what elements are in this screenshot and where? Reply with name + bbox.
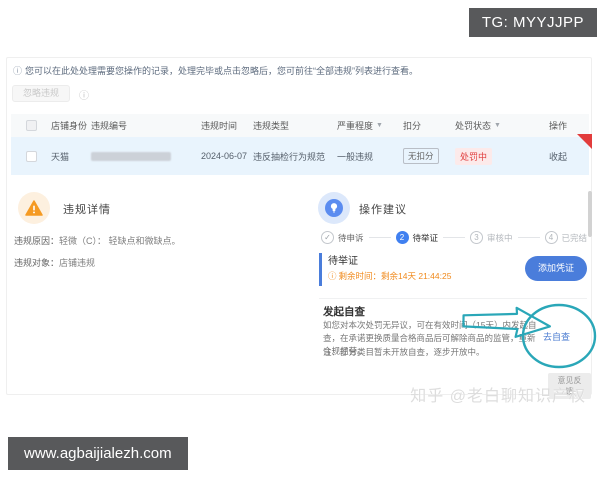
row-violation-type: 违反抽检行为规范 [253,151,326,162]
reason-value: 轻微（C）： 轻缺点和微缺点。 [59,236,181,246]
step-connector [443,237,465,238]
header-shop-type: 店铺身份 [51,121,88,131]
header-violation-no: 违规编号 [91,121,128,131]
row-points-cell: 无扣分 [403,148,455,164]
suggestion-panel-title: 操作建议 [359,204,407,216]
step-evidence: 2 待举证 [395,231,439,244]
header-violation-time: 违规时间 [201,121,238,131]
self-check-title: 发起自查 [323,306,365,318]
table-header-row: 店铺身份 违规编号 违规时间 违规类型 严重程度 ▼ 扣分 处罚状态 ▼ 操作 [11,114,589,137]
bulb-icon [318,192,350,224]
step-appeal-label: 待申诉 [338,232,364,243]
step-finished-label: 已完结 [561,232,588,243]
collapse-link[interactable]: 收起 [549,150,567,163]
row-violation-no [91,151,201,161]
violation-panel: ⓘ 您可以在此处处理需要您操作的记录，处理完毕或点击忽略后，您可前往“全部违规”列… [6,57,597,399]
countdown-info-icon: ⓘ [328,271,337,281]
new-corner-ribbon [577,134,592,149]
site-watermark-text: www.agbaijialezh.com [24,445,172,462]
row-checkbox[interactable] [25,150,37,162]
header-action: 操作 [549,121,568,131]
add-evidence-button[interactable]: 添加凭证 [525,256,587,281]
notice-bar: ⓘ 您可以在此处处理需要您操作的记录，处理完毕或点击忽略后，您可前往“全部违规”列… [13,64,418,77]
countdown-label: 剩余时间： [338,271,382,281]
row-status-cell: 处罚中 [455,147,549,165]
zhihu-watermark: 知乎 @老白聊知识产权 [410,388,586,405]
countdown-value: 剩余14天 21:44:25 [381,271,452,281]
step-review-label: 审核中 [487,232,513,243]
evidence-countdown: ⓘ 剩余时间：剩余14天 21:44:25 [328,270,451,282]
no-points-tag: 无扣分 [403,148,439,164]
violation-reason-row: 违规原因：轻微（C）： 轻缺点和微缺点。 [14,234,181,247]
ignore-info-icon[interactable]: ⓘ [79,87,89,102]
step-3-circle: 3 [470,231,483,244]
step-appeal: ✓ 待申诉 [321,231,364,244]
row-action-cell: 收起 [549,150,589,163]
header-severity-label: 严重程度 [337,121,374,131]
header-violation-type: 违规类型 [253,121,290,131]
redacted-violation-number [91,151,171,161]
detail-panel-title: 违规详情 [63,204,111,216]
row-shop-type: 天猫 [51,151,70,162]
ignore-violation-button[interactable]: 忽略违规 [12,85,70,102]
warning-icon [18,192,50,224]
step-2-circle: 2 [395,231,409,244]
step-4-circle: 4 [544,231,558,244]
table-row[interactable]: 天猫 2024-06-07 违反抽检行为规范 一般违规 无扣分 处罚中 收起 [11,137,589,175]
target-label: 违规对象： [14,258,60,268]
evidence-accent-bar [319,253,322,286]
header-severity: 严重程度 ▼ [337,119,403,132]
tg-watermark-text: TG: MYYJJPP [481,14,584,31]
step-connector [517,237,540,238]
status-badge: 处罚中 [455,147,493,165]
info-icon: ⓘ [13,66,23,76]
header-status-label: 处罚状态 [455,121,492,131]
scrollbar-thumb[interactable] [588,191,592,237]
section-divider [319,298,587,299]
evidence-title: 待举证 [328,256,358,267]
row-severity: 一般违规 [337,151,374,162]
step-evidence-label: 待举证 [412,232,439,243]
step-finished: 4 已完结 [544,231,588,244]
violation-target-row: 违规对象：店铺违规 [14,256,95,269]
target-value: 店铺违规 [59,258,96,268]
status-filter-icon[interactable]: ▼ [494,122,501,129]
evidence-section: 待举证 ⓘ 剩余时间：剩余14天 21:44:25 添加凭证 [319,250,587,292]
header-points: 扣分 [403,121,422,131]
header-status: 处罚状态 ▼ [455,119,549,132]
step-connector [368,237,391,238]
select-all-checkbox[interactable] [25,120,37,131]
reason-label: 违规原因： [14,236,60,246]
page: TG: MYYJJPP ⓘ 您可以在此处处理需要您操作的记录，处理完毕或点击忽略后… [0,0,600,480]
notice-text: 您可以在此处处理需要您操作的记录，处理完毕或点击忽略后，您可前往“全部违规”列表… [25,66,419,76]
step-check-icon: ✓ [321,231,334,244]
row-checkbox-cell [11,150,51,162]
severity-filter-icon[interactable]: ▼ [376,122,383,129]
header-checkbox-cell [11,120,51,131]
tg-watermark: TG: MYYJJPP [468,8,597,37]
arrow-annotation [460,305,556,354]
step-review: 3 审核中 [470,231,513,244]
row-violation-time: 2024-06-07 [201,151,248,161]
site-watermark: www.agbaijialezh.com [8,437,188,470]
progress-steps: ✓ 待申诉 2 待举证 3 审核中 4 已完结 [321,231,587,244]
